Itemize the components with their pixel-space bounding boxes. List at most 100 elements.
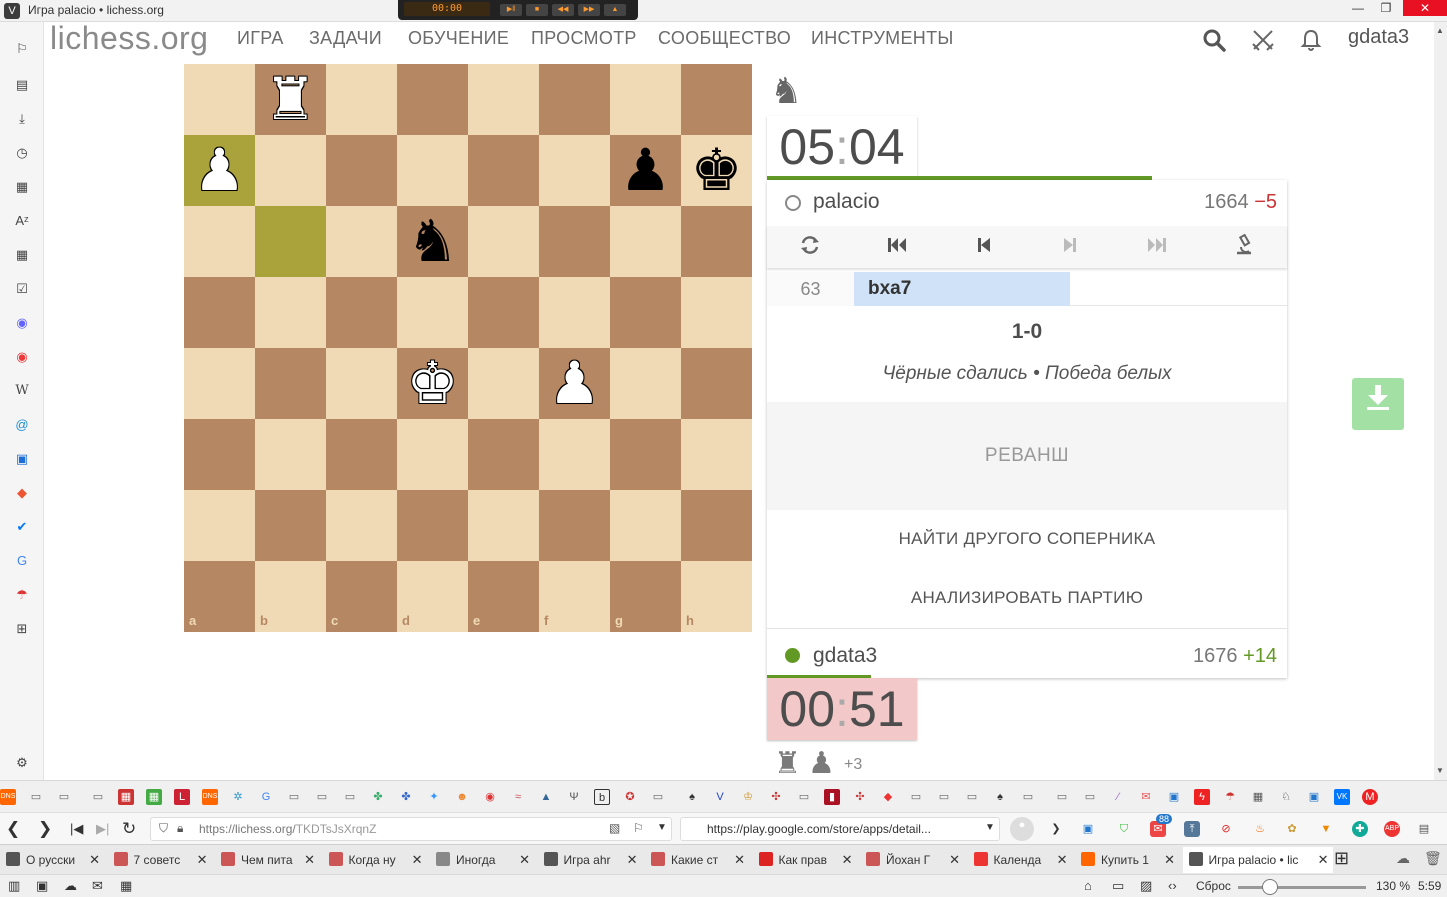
history-icon[interactable]: ◷ (13, 144, 31, 162)
tab-close-icon[interactable]: ✕ (519, 847, 530, 873)
new-opponent-button[interactable]: НАЙТИ ДРУГОГО СОПЕРНИКА (767, 529, 1287, 549)
calendar-icon[interactable]: ▦ (13, 246, 31, 264)
lichess-logo[interactable]: lichess.org (50, 20, 208, 57)
bookmark-folder-icon[interactable]: ▭ (90, 789, 106, 805)
trash-icon[interactable]: 🗑︎ (1424, 850, 1442, 867)
square-e4[interactable] (468, 348, 539, 419)
tab-close-icon[interactable]: ✕ (1057, 847, 1068, 873)
black-pawn-icon[interactable]: ♟ (610, 135, 681, 206)
tab[interactable]: 7 советс ✕ (108, 847, 212, 873)
challenge-swords-icon[interactable] (1251, 28, 1275, 58)
square-g6[interactable] (610, 206, 681, 277)
previous-move-icon[interactable] (969, 234, 999, 260)
tasks-icon[interactable]: ☑ (13, 280, 31, 298)
white-pawn-icon[interactable]: ♟ (184, 135, 255, 206)
zoom-slider-handle[interactable] (1262, 879, 1278, 895)
bookmark-folder-icon[interactable]: ▭ (936, 789, 952, 805)
stop-icon[interactable]: ■ (526, 4, 548, 16)
square-e6[interactable] (468, 206, 539, 277)
square-b3[interactable] (255, 419, 326, 490)
square-b2[interactable] (255, 490, 326, 561)
square-e3[interactable] (468, 419, 539, 490)
square-d8[interactable] (397, 64, 468, 135)
bookmark-folder-icon[interactable]: ▭ (1020, 789, 1036, 805)
bookmark-grid-icon[interactable]: ▦ (146, 789, 162, 805)
shield-icon[interactable]: ⛉ (159, 821, 168, 836)
tab-close-icon[interactable]: ✕ (197, 847, 208, 873)
square-c2[interactable] (326, 490, 397, 561)
square-g3[interactable] (610, 419, 681, 490)
opponent-name[interactable]: palacio (813, 190, 880, 214)
tab-active[interactable]: Игра palacio • lic ✕ (1182, 847, 1333, 873)
google-translate-icon[interactable]: G (13, 552, 31, 570)
bookmark-folder-icon[interactable]: ▭ (56, 789, 72, 805)
my-name[interactable]: gdata3 (813, 644, 877, 668)
nav-community[interactable]: СООБЩЕСТВО (658, 28, 791, 49)
next-move-icon[interactable] (1055, 234, 1085, 260)
ext-image-icon[interactable]: ▣ (1080, 821, 1096, 837)
bookmark-v-icon[interactable]: V (712, 789, 728, 805)
bookmark-spade-icon[interactable]: ♠ (684, 789, 700, 805)
bookmark-mail-icon[interactable]: ✉ (1138, 789, 1154, 805)
bookmark-shield-icon[interactable]: ◆ (880, 789, 896, 805)
square-a4[interactable] (184, 348, 255, 419)
mail-at-icon[interactable]: @ (13, 416, 31, 434)
square-a5[interactable] (184, 277, 255, 348)
tab-close-icon[interactable]: ✕ (842, 847, 853, 873)
bookmark-folder-icon[interactable]: ▭ (1082, 789, 1098, 805)
bookmark-cap-icon[interactable]: ▲ (538, 789, 554, 805)
bookmark-lichess-icon[interactable]: ♘ (1278, 789, 1294, 805)
rss-icon[interactable]: ▧ (609, 821, 620, 835)
code-icon[interactable]: ‹› (1168, 878, 1177, 893)
ext-green-icon[interactable]: ✚ (1352, 821, 1368, 837)
square-c6[interactable] (326, 206, 397, 277)
last-move[interactable]: bxa7 (854, 272, 1070, 306)
square-e5[interactable] (468, 277, 539, 348)
fast-forward-nav-icon[interactable]: ▶| (96, 821, 109, 837)
square-d7[interactable] (397, 135, 468, 206)
add-panel-icon[interactable]: ⊞ (13, 620, 31, 638)
square-f5[interactable] (539, 277, 610, 348)
tab[interactable]: Йохан Г ✕ (860, 847, 964, 873)
back-icon[interactable]: ❮ (6, 819, 20, 839)
square-a2[interactable] (184, 490, 255, 561)
square-f7[interactable] (539, 135, 610, 206)
tab-close-icon[interactable]: ✕ (1164, 847, 1175, 873)
bookmark-letter-l-icon[interactable]: L (174, 789, 190, 805)
square-b7[interactable] (255, 135, 326, 206)
square-c3[interactable] (326, 419, 397, 490)
rewind-nav-icon[interactable]: |◀ (70, 821, 83, 837)
rewind-icon[interactable]: ◀◀ (552, 4, 574, 16)
bookmark-calendar-icon[interactable]: ▦ (1250, 789, 1266, 805)
reload-icon[interactable]: ↻ (122, 819, 136, 839)
scroll-down-icon[interactable]: ▼ (1436, 766, 1444, 775)
square-g8[interactable] (610, 64, 681, 135)
translate-icon[interactable]: Aᶻ (13, 212, 31, 230)
nav-watch[interactable]: ПРОСМОТР (531, 28, 637, 49)
panel-web-icon[interactable]: ▣ (13, 450, 31, 468)
square-e2[interactable] (468, 490, 539, 561)
ext-shield-icon[interactable]: ⛉ (1116, 821, 1132, 837)
bookmark-folder-icon[interactable]: ▭ (342, 789, 358, 805)
square-a8[interactable] (184, 64, 255, 135)
bookmark-m-icon[interactable]: M (1362, 789, 1378, 805)
black-king-icon[interactable]: ♚ (681, 135, 752, 206)
square-f6[interactable] (539, 206, 610, 277)
url-dropdown-icon[interactable]: ▼ (657, 822, 667, 833)
tab[interactable]: Когда ну ✕ (323, 847, 427, 873)
minimize-button[interactable]: — (1344, 0, 1372, 16)
forward-nav-icon[interactable]: ❯ (38, 819, 52, 839)
ext-fire-icon[interactable]: ♨ (1252, 821, 1268, 837)
bookmark-panel-icon[interactable]: ⚐ (13, 40, 31, 58)
bookmark-umbrella-icon[interactable]: ☂ (1222, 789, 1238, 805)
search-dropdown-icon[interactable]: ▼ (985, 822, 995, 833)
tab[interactable]: Игра ahr ✕ (538, 847, 642, 873)
square-e8[interactable] (468, 64, 539, 135)
chess-board[interactable]: 8 7 6 5 4 3 2 1 a b c d e f g h ♜ ♟ ♟ ♚ ♞ ♚ ♟ (184, 64, 752, 632)
square-f1[interactable] (539, 561, 610, 632)
bookmark-folder-icon[interactable]: ▭ (796, 789, 812, 805)
white-pawn-icon[interactable]: ♟ (539, 348, 610, 419)
bookmark-dns-icon[interactable]: DNS (202, 789, 218, 805)
square-f8[interactable] (539, 64, 610, 135)
panel-toggle-icon[interactable]: ▥ (8, 878, 20, 894)
